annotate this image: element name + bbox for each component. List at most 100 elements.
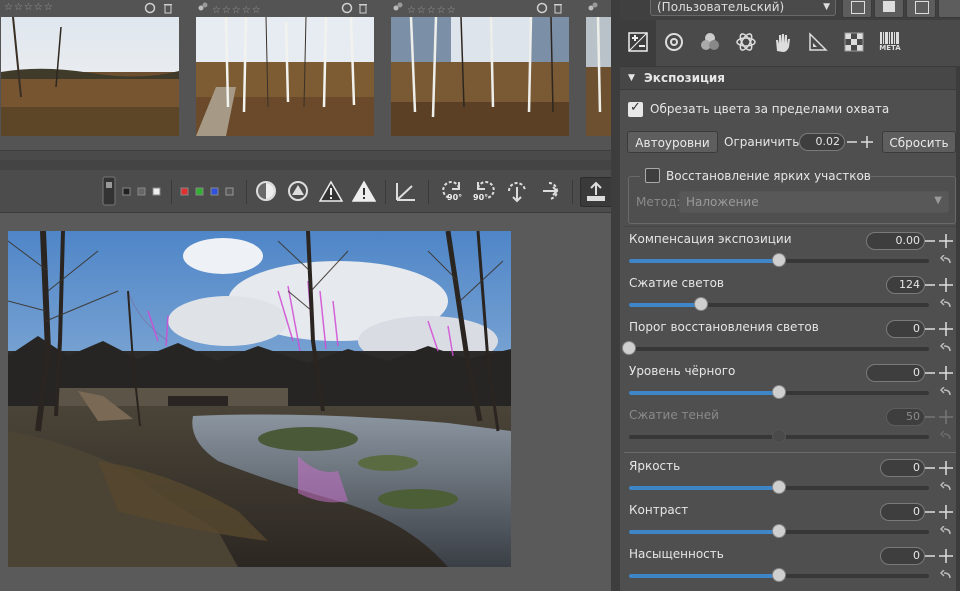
- slider-fill: [629, 391, 779, 395]
- rating-stars[interactable]: ☆☆☆☆☆: [4, 2, 54, 13]
- slider-label: Компенсация экспозиции: [629, 232, 792, 246]
- slider-value-spinbox[interactable]: 0: [866, 364, 925, 382]
- slider-track[interactable]: [629, 480, 929, 494]
- plus-minus-icon[interactable]: [925, 459, 955, 477]
- thumbnail-toolbar: [587, 1, 611, 15]
- rating-stars[interactable]: ☆☆☆☆☆: [212, 5, 262, 16]
- thumbnail-image[interactable]: [196, 17, 374, 136]
- slider-knob[interactable]: [694, 297, 708, 311]
- slider-value-spinbox[interactable]: 0: [880, 503, 925, 521]
- slider-track[interactable]: [622, 341, 929, 355]
- shadow-clip-icon[interactable]: [317, 177, 345, 205]
- slider-knob[interactable]: [772, 568, 786, 582]
- slider-value: 0: [913, 461, 920, 474]
- edited-icon: [587, 2, 599, 16]
- slider-label: Яркость: [629, 459, 681, 473]
- rating-stars[interactable]: ☆☆☆☆☆: [407, 5, 457, 16]
- slider-value-spinbox[interactable]: 0: [880, 459, 925, 477]
- flip-horizontal-icon[interactable]: [503, 177, 531, 205]
- slider-fill: [629, 530, 779, 534]
- plus-minus-icon[interactable]: [925, 232, 955, 250]
- filmstrip-scrollbar[interactable]: [0, 150, 611, 160]
- reset-arrow-icon[interactable]: [940, 570, 952, 580]
- slider-label: Порог восстановления светов: [629, 320, 819, 334]
- preview-image[interactable]: [8, 231, 511, 567]
- plus-minus-icon[interactable]: [925, 364, 955, 382]
- edited-icon: [197, 2, 209, 16]
- clipping-focus-icon[interactable]: [252, 177, 280, 205]
- panel-splitter[interactable]: [611, 0, 620, 591]
- plus-minus-icon: [925, 410, 953, 424]
- rotate-right-label: 90°: [473, 193, 489, 202]
- slider-value-spinbox[interactable]: 0: [886, 320, 925, 338]
- slider-track[interactable]: [629, 253, 929, 267]
- channel-buttons-gray[interactable]: [118, 177, 166, 205]
- thumbnail-image[interactable]: [391, 17, 569, 136]
- slider-knob[interactable]: [772, 385, 786, 399]
- flip-vertical-icon[interactable]: [536, 177, 564, 205]
- slider-knob[interactable]: [772, 524, 786, 538]
- slider-label: Насыщенность: [629, 547, 724, 561]
- slider-track: [629, 429, 929, 443]
- slider-label: Сжатие светов: [629, 276, 724, 290]
- toolbar-separator: [572, 180, 573, 204]
- slider-value: 0.00: [895, 234, 921, 247]
- exposure-sliders: Компенсация экспозиции 0.00 Сжатие светов 1…: [620, 0, 960, 591]
- reset-arrow-icon[interactable]: [940, 526, 952, 536]
- plus-minus-icon[interactable]: [925, 503, 955, 521]
- rotate-left-label: 90°: [447, 193, 463, 202]
- toolbar-separator: [385, 180, 386, 204]
- reset-arrow-icon[interactable]: [940, 255, 952, 265]
- toolbar-separator: [171, 180, 172, 204]
- slider-value: 50: [906, 410, 920, 423]
- slider-value: 0: [913, 366, 920, 379]
- plus-minus-icon[interactable]: [925, 276, 955, 294]
- reset-arrow-icon[interactable]: [940, 387, 952, 397]
- plus-minus-icon[interactable]: [925, 547, 955, 565]
- filmstrip: ☆☆☆☆☆ ☆☆☆☆☆ ☆☆☆☆☆: [0, 0, 611, 150]
- warning-triangle-icon[interactable]: [350, 177, 378, 205]
- highlight-clip-icon[interactable]: [284, 177, 312, 205]
- slider-value: 124: [899, 278, 920, 291]
- slider-track[interactable]: [629, 385, 929, 399]
- plus-minus-icon[interactable]: [925, 320, 955, 338]
- channel-buttons-rgb[interactable]: [176, 177, 240, 205]
- reset-arrow-icon: [940, 431, 951, 440]
- reset-arrow-icon[interactable]: [940, 343, 952, 353]
- tool-panel-scrollbar[interactable]: [956, 66, 960, 591]
- toolbar-separator: [246, 180, 247, 204]
- slider-value: 0: [913, 505, 920, 518]
- thumbnail-image[interactable]: [586, 17, 611, 136]
- slider-knob[interactable]: [772, 480, 786, 494]
- panel-divider[interactable]: [0, 160, 611, 170]
- export-icon[interactable]: [580, 177, 612, 207]
- reset-arrow-icon[interactable]: [940, 482, 952, 492]
- slider-value: 0: [913, 549, 920, 562]
- slider-fill: [629, 574, 779, 578]
- slider-value-spinbox[interactable]: 0.00: [866, 232, 925, 250]
- reset-arrow-icon[interactable]: [940, 299, 952, 309]
- slider-track[interactable]: [629, 524, 929, 538]
- slider-fill: [629, 486, 779, 490]
- thumbnail-toolbar: ☆☆☆☆☆: [392, 1, 564, 16]
- rotate-right-icon[interactable]: 90°: [470, 177, 500, 205]
- thumbnail-image[interactable]: [1, 17, 179, 136]
- slider-fill: [629, 259, 779, 263]
- thumbnail-toolbar: ☆☆☆☆☆: [197, 1, 369, 16]
- slider-value-spinbox[interactable]: 124: [886, 276, 925, 294]
- slider-label: Контраст: [629, 503, 689, 517]
- slider-knob[interactable]: [772, 253, 786, 267]
- rotate-left-icon[interactable]: 90°: [437, 177, 467, 205]
- slider-knob: [772, 429, 786, 443]
- edited-icon: [392, 2, 404, 16]
- slider-track[interactable]: [629, 297, 929, 311]
- straighten-icon[interactable]: [392, 177, 420, 205]
- slider-label: Сжатие теней: [629, 408, 719, 422]
- slider-knob[interactable]: [622, 341, 636, 355]
- slider-value-spinbox[interactable]: 0: [880, 547, 925, 565]
- slider-label: Уровень чёрного: [629, 364, 736, 378]
- slider-value: 0: [913, 322, 920, 335]
- slider-value-spinbox: 50: [886, 408, 925, 426]
- preview-mode-icon[interactable]: [98, 176, 120, 206]
- slider-track[interactable]: [629, 568, 929, 582]
